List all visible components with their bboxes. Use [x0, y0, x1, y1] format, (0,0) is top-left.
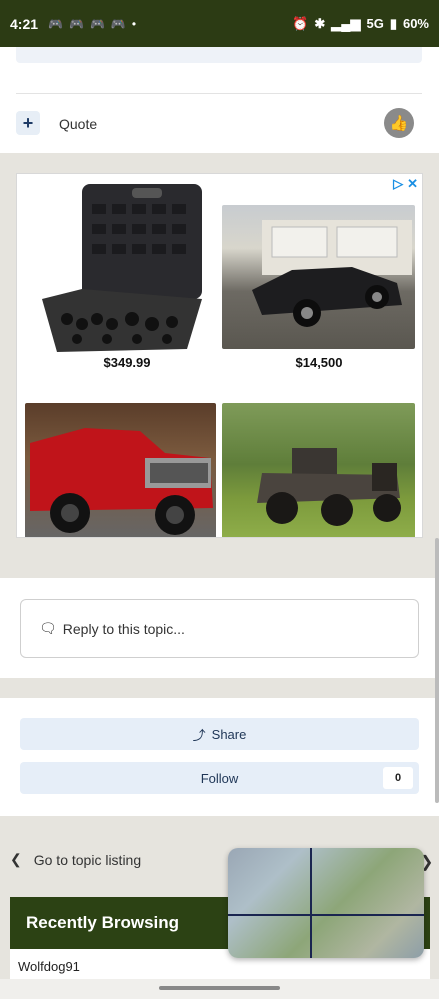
ad-product-image-rat-rod[interactable] — [222, 403, 415, 537]
reply-section: 🗨 Reply to this topic... — [0, 578, 439, 678]
game-controller-icon: 🎮 — [110, 16, 126, 31]
ad-product-image-tool-case[interactable] — [37, 184, 207, 354]
ad-product-image-muscle-car[interactable] — [222, 205, 415, 349]
thumbs-up-icon: 👍 — [389, 115, 409, 132]
share-icon: ⤴ — [192, 727, 206, 743]
share-label: Share — [211, 726, 247, 742]
signal-icon: ▂▄▆ — [331, 15, 361, 31]
divider — [16, 93, 422, 94]
reply-placeholder: Reply to this topic... — [62, 620, 185, 637]
follow-count-badge: 0 — [383, 767, 413, 789]
comment-icon: 🗨 — [39, 620, 57, 636]
ad-price[interactable]: $14,500 — [269, 355, 369, 370]
ad-choices-icon[interactable]: ▷ — [393, 176, 403, 192]
recently-browsing-user[interactable]: Wolfdog91 — [18, 959, 80, 974]
crosshair-horizontal — [228, 914, 424, 916]
status-right: ⏰ ✱ ▂▄▆ 5G ▮ 60% — [292, 16, 429, 32]
network-type: 5G — [366, 16, 384, 31]
share-button[interactable]: ⤴ Share — [20, 718, 419, 750]
more-notifications-dot: • — [131, 16, 137, 31]
go-to-listing-label: Go to topic listing — [33, 851, 142, 868]
multiquote-button[interactable]: + — [16, 111, 40, 135]
chevron-left-icon: ❮ — [10, 851, 22, 867]
crosshair-vertical — [310, 848, 312, 958]
ad-close-icon[interactable]: ✕ — [407, 176, 418, 192]
ad-banner[interactable]: ▷ ✕ $349.99 $14,500 — [16, 173, 423, 538]
post-content-strip — [16, 47, 422, 63]
post-footer: + Quote 👍 — [0, 47, 439, 153]
game-controller-icon: 🎮 — [89, 16, 105, 31]
battery-icon: ▮ — [389, 15, 397, 31]
game-controller-icon: 🎮 — [68, 16, 84, 31]
go-to-topic-listing-link[interactable]: ❮ Go to topic listing — [10, 851, 141, 868]
follow-label: Follow — [200, 770, 239, 786]
battery-level: 60% — [402, 16, 429, 31]
reply-input[interactable]: 🗨 Reply to this topic... — [20, 599, 419, 658]
game-controller-icon: 🎮 — [48, 16, 63, 31]
quote-button[interactable]: Quote — [59, 116, 97, 132]
like-button[interactable]: 👍 — [384, 108, 414, 138]
alarm-icon: ⏰ — [292, 15, 309, 31]
topic-actions: ⤴ Share Follow 0 — [0, 698, 439, 816]
home-gesture-pill[interactable] — [159, 986, 280, 990]
status-time: 4:21 — [10, 15, 39, 32]
follow-button[interactable]: Follow 0 — [20, 762, 419, 794]
ad-product-image-red-truck[interactable] — [25, 403, 216, 537]
status-bar: 4:21 🎮 🎮 🎮 🎮 • ⏰ ✱ ▂▄▆ 5G ▮ 60% — [0, 0, 439, 47]
bluetooth-icon: ✱ — [314, 15, 326, 31]
picture-in-picture-video[interactable] — [228, 848, 424, 958]
scrollbar[interactable] — [435, 538, 439, 803]
ad-price[interactable]: $349.99 — [77, 355, 177, 370]
notification-icons: 🎮 🎮 🎮 🎮 • — [48, 17, 136, 31]
ad-choices[interactable]: ▷ ✕ — [393, 176, 418, 192]
